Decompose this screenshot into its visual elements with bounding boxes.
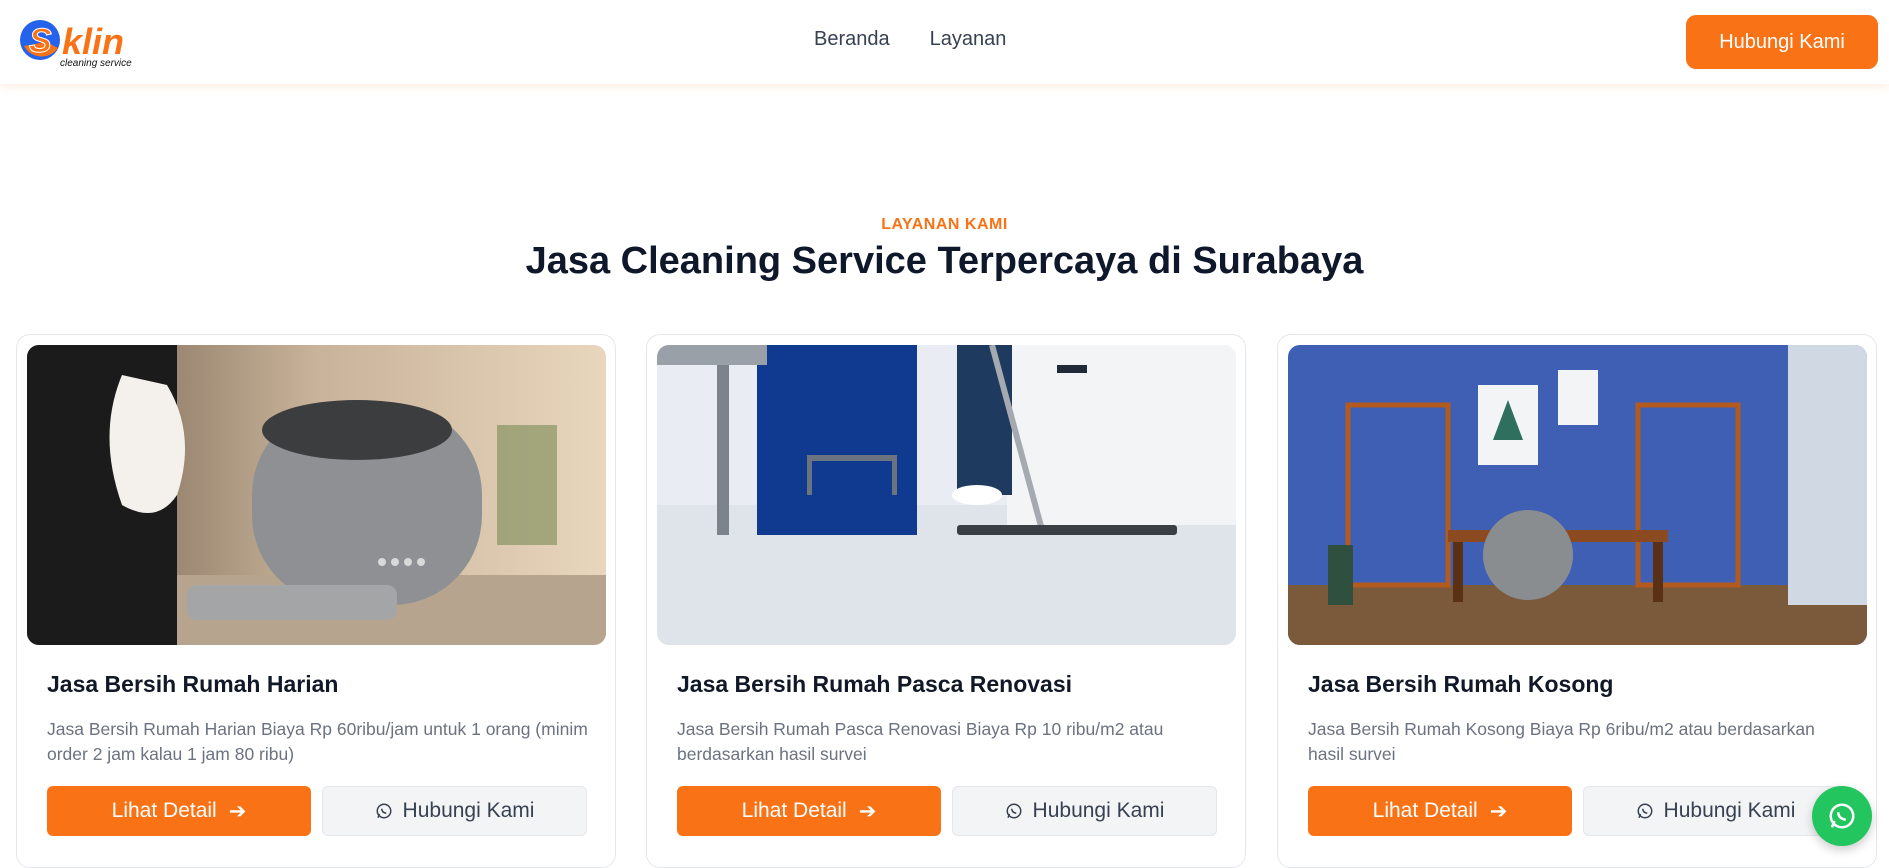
whatsapp-contact-button[interactable]: Hubungi Kami bbox=[322, 786, 587, 836]
card-description: Jasa Bersih Rumah Kosong Biaya Rp 6ribu/… bbox=[1308, 719, 1815, 764]
view-detail-label: Lihat Detail bbox=[741, 799, 847, 822]
contact-label: Hubungi Kami bbox=[1032, 799, 1165, 822]
view-detail-label: Lihat Detail bbox=[111, 799, 217, 822]
whatsapp-icon bbox=[1006, 803, 1022, 819]
whatsapp-icon bbox=[376, 803, 392, 819]
section-eyebrow: LAYANAN KAMI bbox=[881, 216, 1008, 233]
whatsapp-floating-button[interactable] bbox=[1812, 786, 1872, 846]
arrow-right-icon: ➔ bbox=[228, 799, 247, 823]
home-cleaning-robot-photo bbox=[27, 345, 606, 645]
card-description: Jasa Bersih Rumah Harian Biaya Rp 60ribu… bbox=[47, 719, 588, 764]
service-card: Jasa Bersih Rumah Pasca Renovasi Jasa Be… bbox=[646, 334, 1246, 868]
service-card: Jasa Bersih Rumah Kosong Jasa Bersih Rum… bbox=[1277, 334, 1877, 868]
svg-text:cleaning service: cleaning service bbox=[60, 58, 132, 69]
card-title: Jasa Bersih Rumah Pasca Renovasi bbox=[677, 671, 1073, 697]
service-card: Jasa Bersih Rumah Harian Jasa Bersih Rum… bbox=[16, 334, 616, 868]
whatsapp-contact-button[interactable]: Hubungi Kami bbox=[1583, 786, 1848, 836]
contact-label: Hubungi Kami bbox=[402, 799, 535, 822]
view-detail-button[interactable]: Lihat Detail ➔ bbox=[677, 786, 941, 836]
contact-label: Hubungi Kami bbox=[1663, 799, 1796, 822]
nav-link-layanan[interactable]: Layanan bbox=[930, 28, 1007, 51]
view-detail-button[interactable]: Lihat Detail ➔ bbox=[47, 786, 311, 836]
view-detail-label: Lihat Detail bbox=[1372, 799, 1478, 822]
view-detail-button[interactable]: Lihat Detail ➔ bbox=[1308, 786, 1572, 836]
main-nav: Beranda Layanan bbox=[814, 28, 1006, 51]
brand-logo[interactable]: S klin cleaning service bbox=[18, 16, 146, 70]
whatsapp-icon bbox=[1637, 803, 1653, 819]
floor-mopping-photo bbox=[657, 345, 1236, 645]
nav-link-beranda[interactable]: Beranda bbox=[814, 28, 890, 51]
svg-text:S: S bbox=[29, 22, 52, 60]
contact-us-button[interactable]: Hubungi Kami bbox=[1686, 15, 1878, 69]
navbar: S klin cleaning service Beranda Layanan … bbox=[0, 0, 1889, 84]
arrow-right-icon: ➔ bbox=[1489, 799, 1508, 823]
whatsapp-icon bbox=[1829, 803, 1855, 829]
card-title: Jasa Bersih Rumah Harian bbox=[47, 671, 339, 697]
card-description: Jasa Bersih Rumah Pasca Renovasi Biaya R… bbox=[677, 719, 1164, 764]
empty-office-room-photo bbox=[1288, 345, 1867, 645]
whatsapp-contact-button[interactable]: Hubungi Kami bbox=[952, 786, 1217, 836]
arrow-right-icon: ➔ bbox=[858, 799, 877, 823]
svg-text:klin: klin bbox=[62, 21, 124, 62]
card-title: Jasa Bersih Rumah Kosong bbox=[1308, 671, 1614, 697]
section-title: Jasa Cleaning Service Terpercaya di Sura… bbox=[525, 240, 1364, 282]
